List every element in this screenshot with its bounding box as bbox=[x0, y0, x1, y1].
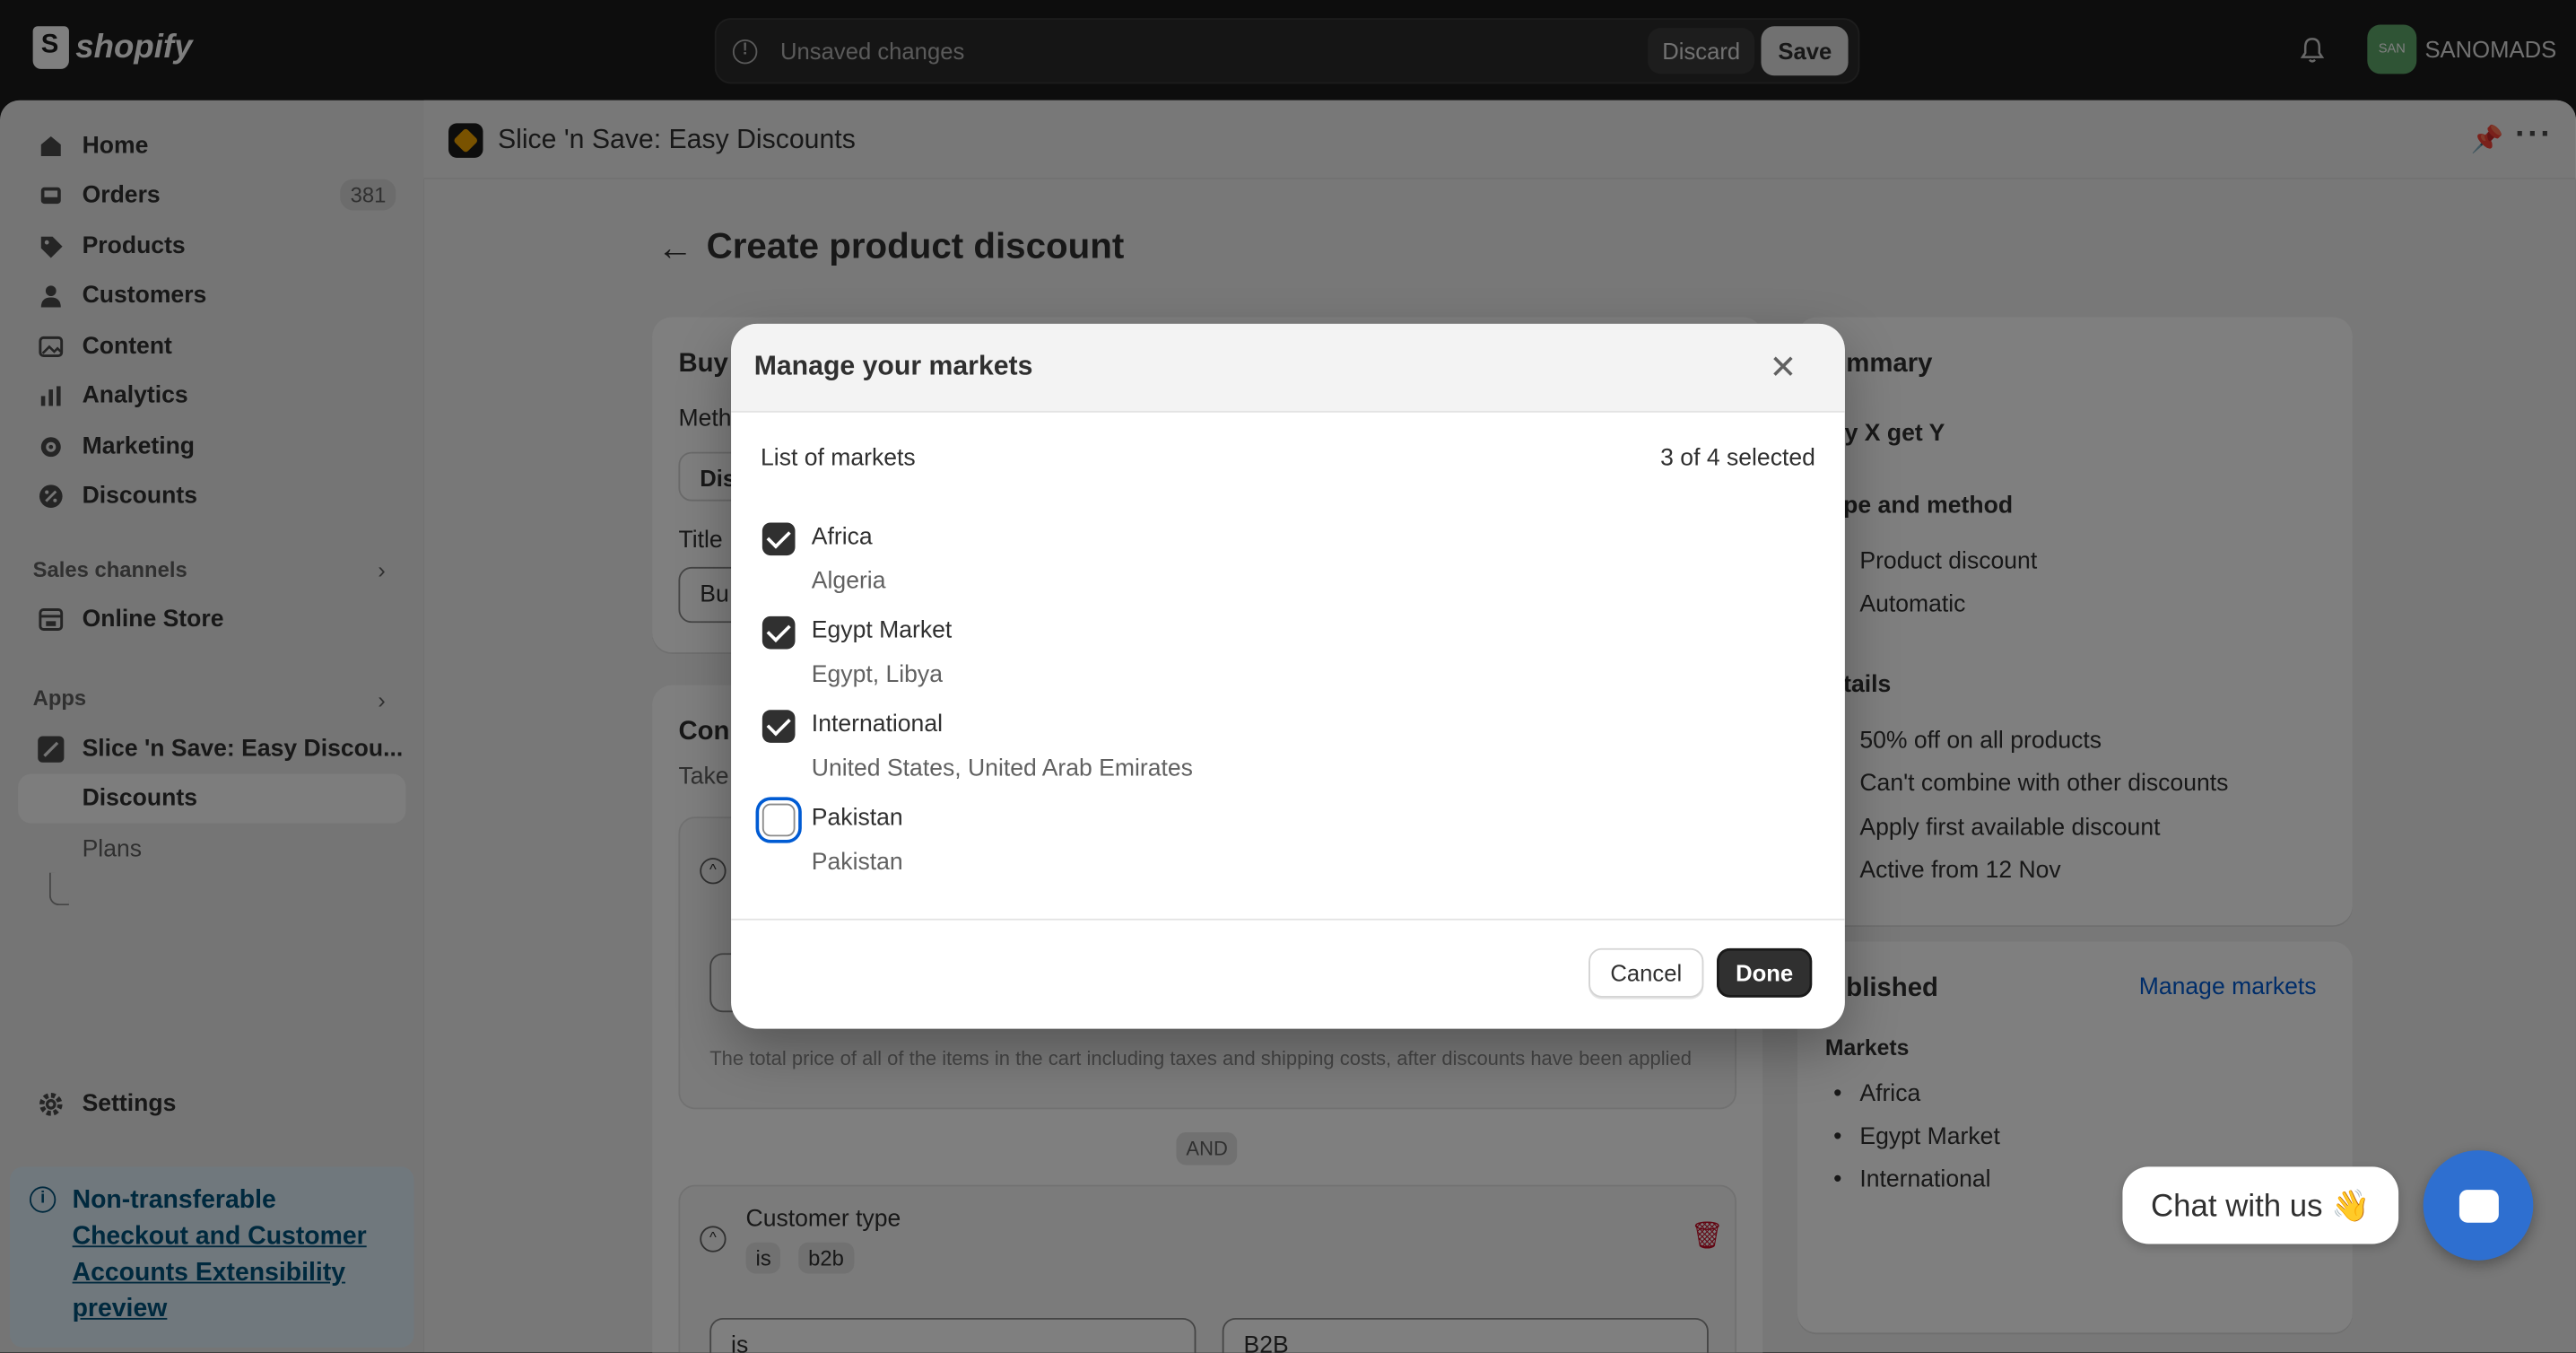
market-countries: Algeria bbox=[811, 568, 886, 596]
chat-launcher-button[interactable] bbox=[2423, 1150, 2534, 1261]
list-label: List of markets bbox=[761, 445, 916, 472]
cancel-button[interactable]: Cancel bbox=[1588, 947, 1704, 998]
market-countries: Pakistan bbox=[811, 849, 903, 877]
close-icon[interactable]: ✕ bbox=[1770, 346, 1797, 388]
market-name[interactable]: Africa bbox=[812, 524, 873, 550]
market-name[interactable]: Pakistan bbox=[812, 805, 903, 831]
modal-footer-divider bbox=[731, 918, 1845, 921]
modal-header: Manage your markets ✕ bbox=[731, 323, 1845, 413]
market-checkbox-international[interactable] bbox=[761, 710, 796, 743]
done-button[interactable]: Done bbox=[1717, 947, 1813, 998]
chat-icon bbox=[2458, 1189, 2498, 1222]
selected-count: 3 of 4 selected bbox=[1660, 445, 1815, 472]
market-checkbox-egypt[interactable] bbox=[761, 615, 796, 650]
market-countries: Egypt, Libya bbox=[811, 662, 943, 689]
chat-with-us-bubble[interactable]: Chat with us 👋 bbox=[2122, 1166, 2399, 1244]
market-name[interactable]: Egypt Market bbox=[812, 618, 952, 644]
market-checkbox-africa[interactable] bbox=[761, 522, 796, 556]
market-countries: United States, United Arab Emirates bbox=[811, 755, 1193, 782]
modal-title: Manage your markets bbox=[753, 351, 1033, 381]
market-checkbox-pakistan[interactable] bbox=[761, 803, 796, 837]
manage-markets-modal: Manage your markets ✕ List of markets 3 … bbox=[731, 323, 1845, 1029]
market-name[interactable]: International bbox=[812, 711, 943, 738]
